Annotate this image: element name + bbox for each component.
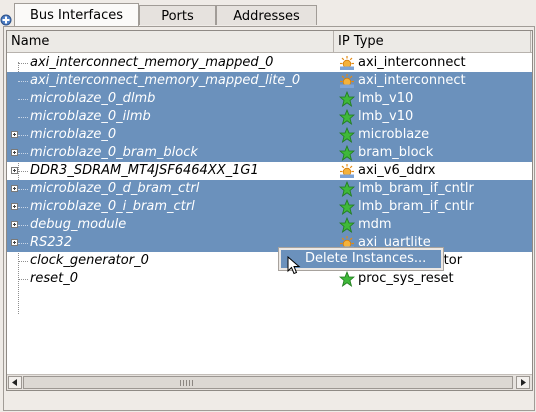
star-icon — [338, 108, 356, 125]
arrow-right-icon — [521, 379, 526, 386]
tab-ports[interactable]: Ports — [139, 5, 216, 25]
tree-row[interactable]: microblaze_0_d_bram_ctrl lmb_bram_if_cntl… — [7, 180, 532, 198]
tree-row[interactable]: axi_interconnect_memory_mapped_lite_0 axi… — [7, 72, 532, 90]
ip-type: lmb_v10 — [358, 91, 414, 106]
tree-connector — [18, 63, 28, 64]
tree-header: Name IP Type — [7, 31, 532, 53]
tree-connector — [18, 261, 28, 262]
tree-row[interactable]: microblaze_0_ilmb lmb_v10 — [7, 108, 532, 126]
instance-name: axi_interconnect_memory_mapped_0 — [30, 55, 274, 70]
ip-type: axi_interconnect — [358, 55, 466, 70]
instance-name: microblaze_0_ilmb — [30, 109, 151, 124]
instance-name: clock_generator_0 — [30, 253, 149, 268]
star-icon — [338, 216, 356, 233]
expand-icon[interactable] — [11, 185, 18, 192]
instance-name: axi_interconnect_memory_mapped_lite_0 — [30, 73, 301, 88]
instance-tree[interactable]: Name IP Type axi_interconnect_memory_map… — [6, 30, 533, 391]
expand-icon[interactable] — [11, 167, 18, 174]
tree-row[interactable]: reset_0 proc_sys_reset — [7, 270, 532, 288]
tree-row[interactable]: DDR3_SDRAM_MT4JSF6464XX_1G1 axi_v6_ddrx — [7, 162, 532, 180]
column-header-ip-type[interactable]: IP Type — [334, 31, 531, 52]
star-icon — [338, 144, 356, 161]
ip-type: lmb_bram_if_cntlr — [358, 181, 474, 196]
instance-name: microblaze_0_bram_block — [30, 145, 198, 160]
expand-icon[interactable] — [11, 221, 18, 228]
instance-name: reset_0 — [30, 271, 78, 286]
tree-connector — [18, 189, 28, 190]
expand-icon[interactable] — [11, 203, 18, 210]
tree-row[interactable]: microblaze_0_dlmb lmb_v10 — [7, 90, 532, 108]
ip-type: lmb_v10 — [358, 109, 414, 124]
arrow-left-icon — [12, 379, 17, 386]
tree-connector — [18, 99, 28, 100]
star-icon — [338, 126, 356, 143]
ip-type: mdm — [358, 217, 392, 232]
ip-type: axi_interconnect — [358, 73, 466, 88]
ip-type: lmb_bram_if_cntlr — [358, 199, 474, 214]
tree-row[interactable]: microblaze_0_i_bram_ctrl lmb_bram_if_cntl… — [7, 198, 532, 216]
expand-icon[interactable] — [11, 131, 18, 138]
tree-connector — [18, 153, 28, 154]
star-icon — [338, 198, 356, 215]
column-header-name[interactable]: Name — [7, 31, 334, 52]
instance-name: microblaze_0_i_bram_ctrl — [30, 199, 195, 214]
bus-interfaces-panel: Name IP Type axi_interconnect_memory_map… — [3, 26, 535, 411]
instance-name: DDR3_SDRAM_MT4JSF6464XX_1G1 — [30, 163, 259, 178]
tree-row[interactable]: clock_generator_0clock_generator — [7, 252, 532, 270]
tab-addresses[interactable]: Addresses — [216, 5, 317, 25]
tree-connector — [18, 81, 28, 82]
instance-name: RS232 — [30, 235, 73, 250]
tree-connector — [18, 243, 28, 244]
tree-row[interactable]: axi_interconnect_memory_mapped_0 axi_inte… — [7, 54, 532, 72]
tree-connector — [18, 279, 28, 280]
star-icon — [338, 270, 356, 287]
star-icon — [338, 90, 356, 107]
sun-icon — [339, 163, 355, 179]
scroll-right-button[interactable] — [516, 376, 530, 389]
scroll-left-button[interactable] — [8, 376, 22, 389]
mouse-cursor-icon — [287, 256, 301, 275]
ip-type: microblaze — [358, 127, 430, 142]
sun-icon — [339, 55, 355, 71]
instance-name: microblaze_0_dlmb — [30, 91, 156, 106]
menu-item-delete-instances[interactable]: Delete Instances... — [281, 250, 441, 268]
tree-row[interactable]: RS232 axi_uartlite — [7, 234, 532, 252]
ip-type: axi_v6_ddrx — [358, 163, 436, 178]
instance-name: microblaze_0_d_bram_ctrl — [30, 181, 200, 196]
expand-icon[interactable] — [11, 239, 18, 246]
tree-connector — [18, 117, 28, 118]
scrollbar-thumb[interactable] — [23, 376, 513, 389]
tree-connector — [18, 171, 28, 172]
instance-name: debug_module — [30, 217, 127, 232]
instance-name: microblaze_0 — [30, 127, 117, 142]
tree-connector — [18, 207, 28, 208]
ip-type: bram_block — [358, 145, 434, 160]
ip-type: proc_sys_reset — [358, 271, 454, 286]
expand-icon[interactable] — [11, 149, 18, 156]
tree-connector — [18, 225, 28, 226]
horizontal-scrollbar[interactable] — [7, 374, 532, 390]
tree-row[interactable]: microblaze_0 microblaze — [7, 126, 532, 144]
tab-bus-interfaces[interactable]: Bus Interfaces — [14, 3, 139, 26]
star-icon — [338, 180, 356, 197]
tree-row[interactable]: debug_module mdm — [7, 216, 532, 234]
add-bus-icon[interactable] — [0, 14, 12, 26]
tree-row[interactable]: microblaze_0_bram_block bram_block — [7, 144, 532, 162]
sun-icon — [339, 73, 355, 89]
tree-connector — [18, 135, 28, 136]
